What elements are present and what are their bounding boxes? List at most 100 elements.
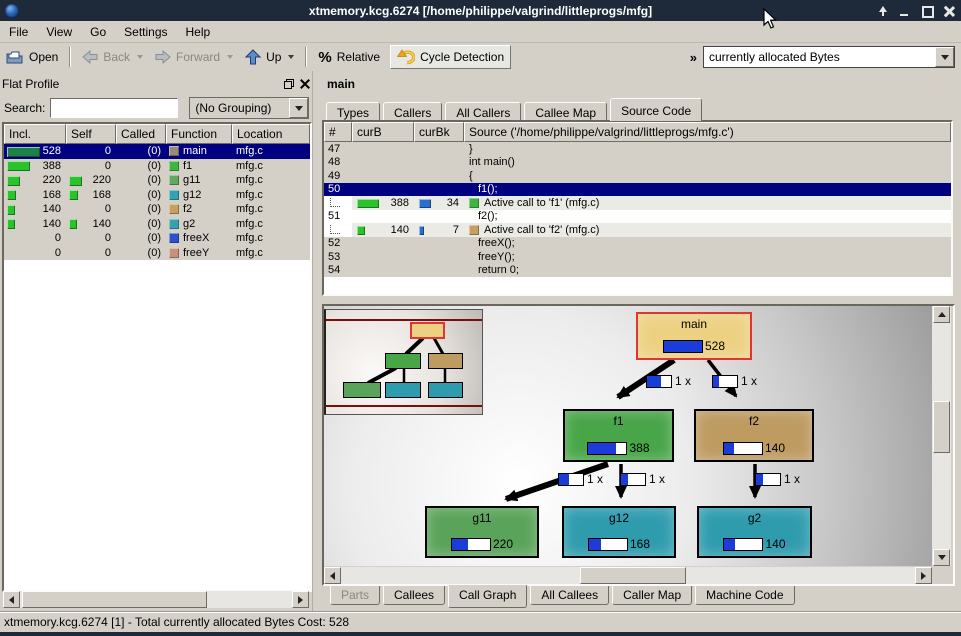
forward-button[interactable]: Forward <box>149 47 239 67</box>
open-label: Open <box>29 50 58 64</box>
scrollbar-thumb[interactable] <box>933 401 950 453</box>
up-label: Up <box>266 50 281 64</box>
tab-source-code[interactable]: Source Code <box>610 98 702 121</box>
graph-node-g12[interactable]: g12 168 <box>562 506 676 558</box>
up-dropdown-icon[interactable] <box>288 55 294 59</box>
table-row[interactable]: 0 0 (0) freeY mfg.c <box>4 246 310 261</box>
scrollbar-thumb[interactable] <box>580 567 686 584</box>
graph-hscrollbar[interactable] <box>324 567 932 584</box>
tab-callee-map[interactable]: Callee Map <box>524 102 607 121</box>
toolbar-overflow-chevron[interactable]: » <box>684 50 703 65</box>
graph-overview-minimap[interactable] <box>324 309 483 415</box>
graph-vscrollbar[interactable] <box>932 306 951 566</box>
source-line-selected[interactable]: 50 f1(); <box>324 183 951 197</box>
grouping-value: (No Grouping) <box>190 101 289 115</box>
source-line[interactable]: 48 int main() <box>324 156 951 170</box>
vertical-splitter[interactable] <box>312 71 321 612</box>
scroll-left-button[interactable] <box>3 591 20 608</box>
back-label: Back <box>103 50 130 64</box>
source-line[interactable]: 47 } <box>324 142 951 156</box>
menu-bar: File View Go Settings Help <box>0 21 961 43</box>
tab-caller-map[interactable]: Caller Map <box>612 586 692 605</box>
table-header-row: # curB curBk Source ('/home/philippe/val… <box>324 122 951 142</box>
window-title: xtmemory.kcg.6274 [/home/philippe/valgri… <box>0 4 961 18</box>
col-called[interactable]: Called <box>116 124 166 144</box>
relative-label: Relative <box>337 50 380 64</box>
table-row[interactable]: 140 140 (0) g2 mfg.c <box>4 217 310 232</box>
table-row[interactable]: 0 0 (0) freeX mfg.c <box>4 231 310 246</box>
title-bar[interactable]: xtmemory.kcg.6274 [/home/philippe/valgri… <box>0 0 961 21</box>
function-view-tabs: Types Callers All Callers Callee Map Sou… <box>326 98 702 121</box>
call-graph-canvas[interactable]: main 528 f1 388 f2 140 g11 220 g12 168 g… <box>324 306 932 566</box>
tab-callees[interactable]: Callees <box>383 586 445 605</box>
source-line[interactable]: 54 return 0; <box>324 264 951 278</box>
tab-callers[interactable]: Callers <box>383 102 442 121</box>
table-row[interactable]: 220 220 (0) g11 mfg.c <box>4 173 310 188</box>
col-self[interactable]: Self <box>66 124 116 144</box>
open-button[interactable]: Open <box>0 47 64 68</box>
col-function[interactable]: Function <box>166 124 232 144</box>
tab-parts[interactable]: Parts <box>330 586 380 605</box>
graph-node-f2[interactable]: f2 140 <box>694 409 814 462</box>
combo-arrow-button[interactable] <box>935 47 954 67</box>
col-curb[interactable]: curB <box>352 122 414 142</box>
dock-close-button[interactable] <box>300 79 310 89</box>
function-color-icon <box>469 198 479 208</box>
maximize-button[interactable] <box>921 5 933 17</box>
table-row[interactable]: 388 0 (0) f1 mfg.c <box>4 159 310 174</box>
col-source[interactable]: Source ('/home/philippe/valgrind/littlep… <box>464 122 951 142</box>
source-line[interactable]: 49 { <box>324 169 951 183</box>
scroll-right-button[interactable] <box>915 567 932 584</box>
col-location[interactable]: Location <box>232 124 310 144</box>
col-incl[interactable]: Incl. <box>4 124 66 144</box>
combo-arrow-button[interactable] <box>289 98 308 118</box>
tab-all-callers[interactable]: All Callers <box>445 102 521 121</box>
tab-all-callees[interactable]: All Callees <box>530 586 609 605</box>
scroll-up-button[interactable] <box>933 306 950 323</box>
cycle-arrow-icon <box>397 49 415 65</box>
menu-go[interactable]: Go <box>81 23 115 41</box>
active-call-line[interactable]: 388 34 Active call to 'f1' (mfg.c) <box>324 196 951 210</box>
scrollbar-thumb[interactable] <box>22 591 207 608</box>
grouping-combo[interactable]: (No Grouping) <box>189 97 309 119</box>
source-line[interactable]: 53 freeY(); <box>324 250 951 264</box>
table-row[interactable]: 528 0 (0) main mfg.c <box>4 144 310 159</box>
table-row[interactable]: 140 0 (0) f2 mfg.c <box>4 202 310 217</box>
back-button[interactable]: Back <box>76 47 149 67</box>
up-button[interactable]: Up <box>239 46 300 68</box>
back-dropdown-icon[interactable] <box>137 55 143 59</box>
mouse-cursor <box>763 8 778 29</box>
graph-node-f1[interactable]: f1 388 <box>563 409 674 462</box>
graph-node-main[interactable]: main 528 <box>636 312 752 360</box>
search-input[interactable] <box>50 98 178 118</box>
menu-view[interactable]: View <box>37 23 81 41</box>
relative-toggle[interactable]: % Relative <box>312 46 386 69</box>
tab-machine-code[interactable]: Machine Code <box>695 586 794 605</box>
scroll-left-button[interactable] <box>324 567 341 584</box>
table-row[interactable]: 168 168 (0) g12 mfg.c <box>4 188 310 203</box>
function-color-icon <box>169 190 179 200</box>
tab-types[interactable]: Types <box>326 102 380 121</box>
tab-call-graph[interactable]: Call Graph <box>448 585 527 608</box>
scroll-right-button[interactable] <box>292 591 309 608</box>
shade-button[interactable] <box>877 5 889 17</box>
forward-dropdown-icon[interactable] <box>227 55 233 59</box>
minimize-button[interactable] <box>899 5 911 17</box>
horizontal-splitter[interactable] <box>320 296 961 304</box>
graph-node-g11[interactable]: g11 220 <box>425 506 539 558</box>
dock-float-button[interactable] <box>284 79 294 89</box>
cycle-detection-toggle[interactable]: Cycle Detection <box>390 45 511 69</box>
source-line[interactable]: 52 freeX(); <box>324 237 951 251</box>
source-line[interactable]: 51 f2(); <box>324 210 951 224</box>
col-curbk[interactable]: curBk <box>414 122 464 142</box>
flat-profile-hscrollbar[interactable] <box>3 591 309 608</box>
active-call-line[interactable]: 140 7 Active call to 'f2' (mfg.c) <box>324 223 951 237</box>
graph-node-g2[interactable]: g2 140 <box>697 506 812 558</box>
menu-help[interactable]: Help <box>177 23 220 41</box>
event-type-combo[interactable]: currently allocated Bytes <box>703 46 955 68</box>
menu-file[interactable]: File <box>0 23 37 41</box>
scroll-down-button[interactable] <box>933 549 950 566</box>
menu-settings[interactable]: Settings <box>115 23 176 41</box>
col-line-number[interactable]: # <box>324 122 352 142</box>
close-button[interactable] <box>943 5 955 17</box>
